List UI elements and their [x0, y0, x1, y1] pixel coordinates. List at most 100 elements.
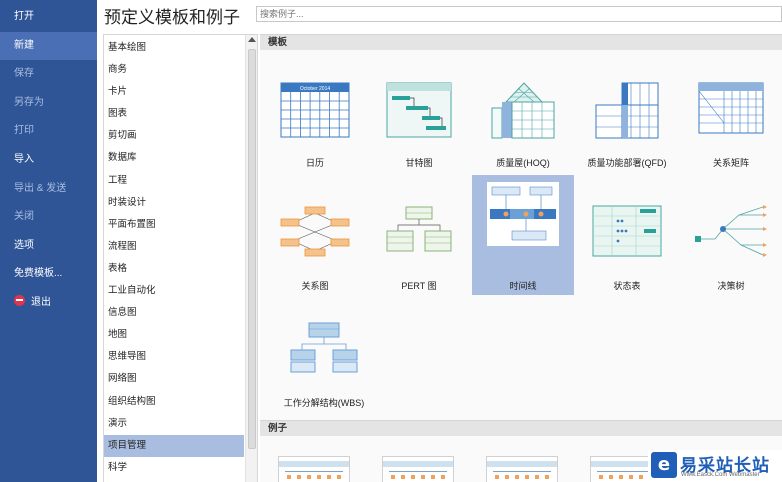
- nav-print-label: 打印: [14, 125, 34, 137]
- nav-new-label: 新建: [14, 39, 34, 51]
- template-label: 关系图: [301, 281, 329, 291]
- category-item[interactable]: 基本绘图: [104, 37, 244, 59]
- template-qfd[interactable]: 质量功能部署(QFD): [576, 52, 678, 172]
- example-thumbnail[interactable]: [278, 456, 350, 482]
- nav-close-label: 关闭: [14, 211, 34, 223]
- nav-print[interactable]: 打印: [0, 117, 97, 146]
- template-label: PERT 图: [401, 281, 437, 291]
- watermark: e 易采站长站 Www.Easck.Com Webmaster: [648, 450, 782, 482]
- pert-chart-icon: [386, 206, 452, 252]
- category-item[interactable]: 平面布置图: [104, 214, 244, 236]
- template-relationship-diagram[interactable]: 关系图: [264, 175, 366, 295]
- relationship-diagram-icon: [280, 206, 350, 257]
- qfd-icon: [595, 82, 659, 139]
- calendar-header-text: October 2014: [300, 86, 331, 92]
- nav-free-templates[interactable]: 免费模板...: [0, 260, 97, 289]
- template-label: 甘特图: [405, 158, 433, 168]
- category-item[interactable]: 信息图: [104, 302, 244, 324]
- category-item[interactable]: 卡片: [104, 81, 244, 103]
- category-item[interactable]: 地图: [104, 324, 244, 346]
- template-label: 质量功能部署(QFD): [587, 158, 667, 168]
- nav-exit-label: 退出: [31, 296, 51, 308]
- nav-options-label: 选项: [14, 239, 34, 251]
- example-dots: [599, 475, 655, 479]
- template-label: 时间线: [509, 281, 537, 291]
- example-line: [597, 471, 655, 472]
- example-thumbnail[interactable]: [382, 456, 454, 482]
- template-status-table[interactable]: 状态表: [576, 175, 678, 295]
- template-label: 关系矩阵: [712, 158, 749, 168]
- watermark-logo-icon: e: [651, 452, 677, 478]
- nav-export-send-label: 导出 & 发送: [14, 182, 67, 194]
- category-item[interactable]: 数据库: [104, 147, 244, 169]
- nav-free-templates-label: 免费模板...: [14, 268, 63, 280]
- template-pert-chart[interactable]: PERT 图: [368, 175, 470, 295]
- category-item[interactable]: 工业自动化: [104, 280, 244, 302]
- relation-matrix-icon: [698, 82, 764, 134]
- search-input[interactable]: [256, 6, 782, 22]
- nav-open-label: 打开: [14, 11, 34, 22]
- category-item[interactable]: 演示: [104, 413, 244, 435]
- exit-icon: [14, 294, 25, 306]
- template-wbs[interactable]: 工作分解结构(WBS): [264, 292, 384, 412]
- template-label: 状态表: [613, 281, 641, 291]
- nav-open[interactable]: 打开: [0, 3, 97, 32]
- template-calendar[interactable]: October 2014 日历: [264, 52, 366, 172]
- template-pane: 模板 October 2014 日历 甘特图 质量屋(HOQ) 质量功能部署(Q…: [260, 34, 782, 482]
- example-band: [383, 461, 453, 467]
- gantt-icon: [386, 82, 452, 138]
- example-band: [279, 461, 349, 467]
- calendar-icon: October 2014: [280, 82, 350, 138]
- scroll-up-arrow-icon[interactable]: [248, 37, 256, 42]
- nav-export-send[interactable]: 导出 & 发送: [0, 175, 97, 204]
- category-list: 基本绘图 商务 卡片 图表 剪切画 数据库 工程 时装设计 平面布置图 流程图 …: [103, 34, 258, 482]
- nav-save-as[interactable]: 另存为: [0, 89, 97, 118]
- category-item[interactable]: 网络图: [104, 368, 244, 390]
- decision-tree-icon: [695, 205, 767, 257]
- template-label: 质量屋(HOQ): [496, 158, 550, 168]
- status-table-icon: [592, 205, 662, 257]
- category-item[interactable]: 图表: [104, 103, 244, 125]
- template-relation-matrix[interactable]: 关系矩阵: [680, 52, 782, 172]
- example-band: [487, 461, 557, 467]
- template-label: 日历: [305, 158, 324, 168]
- example-thumbnail[interactable]: [486, 456, 558, 482]
- nav-import[interactable]: 导入: [0, 146, 97, 175]
- nav-new[interactable]: 新建: [0, 31, 97, 61]
- example-dots: [495, 475, 551, 479]
- example-line: [493, 471, 551, 472]
- template-timeline[interactable]: 时间线: [472, 175, 574, 295]
- template-gantt[interactable]: 甘特图: [368, 52, 470, 172]
- category-item[interactable]: 时装设计: [104, 192, 244, 214]
- example-dots: [287, 475, 343, 479]
- template-label: 工作分解结构(WBS): [283, 398, 365, 408]
- category-item-selected[interactable]: 项目管理: [104, 434, 244, 457]
- nav-save-label: 保存: [14, 68, 34, 80]
- category-scrollbar[interactable]: [245, 35, 257, 482]
- house-of-quality-icon: [491, 82, 555, 139]
- category-item[interactable]: 工程: [104, 170, 244, 192]
- examples-section-header: 例子: [260, 420, 782, 436]
- category-item[interactable]: 思维导图: [104, 346, 244, 368]
- nav-close[interactable]: 关闭: [0, 203, 97, 232]
- category-item[interactable]: 表格: [104, 258, 244, 280]
- template-house-of-quality[interactable]: 质量屋(HOQ): [472, 52, 574, 172]
- nav-save[interactable]: 保存: [0, 60, 97, 89]
- example-line: [285, 471, 343, 472]
- nav-save-as-label: 另存为: [14, 96, 44, 108]
- category-item[interactable]: 流程图: [104, 236, 244, 258]
- category-item[interactable]: 组织结构图: [104, 391, 244, 413]
- timeline-icon: [487, 182, 559, 246]
- example-dots: [391, 475, 447, 479]
- backstage-nav: 打开 新建 保存 另存为 打印 导入 导出 & 发送 关闭 选项 免费模板...…: [0, 0, 97, 482]
- category-item[interactable]: 科学: [104, 457, 244, 479]
- nav-options[interactable]: 选项: [0, 232, 97, 261]
- scroll-thumb[interactable]: [248, 49, 256, 449]
- wbs-icon: [290, 322, 358, 373]
- template-decision-tree[interactable]: 决策树: [680, 175, 782, 295]
- category-item[interactable]: 剪切画: [104, 125, 244, 147]
- category-item[interactable]: 商务: [104, 59, 244, 81]
- nav-exit[interactable]: 退出: [0, 289, 97, 318]
- page-title: 预定义模板和例子: [104, 8, 240, 27]
- example-line: [389, 471, 447, 472]
